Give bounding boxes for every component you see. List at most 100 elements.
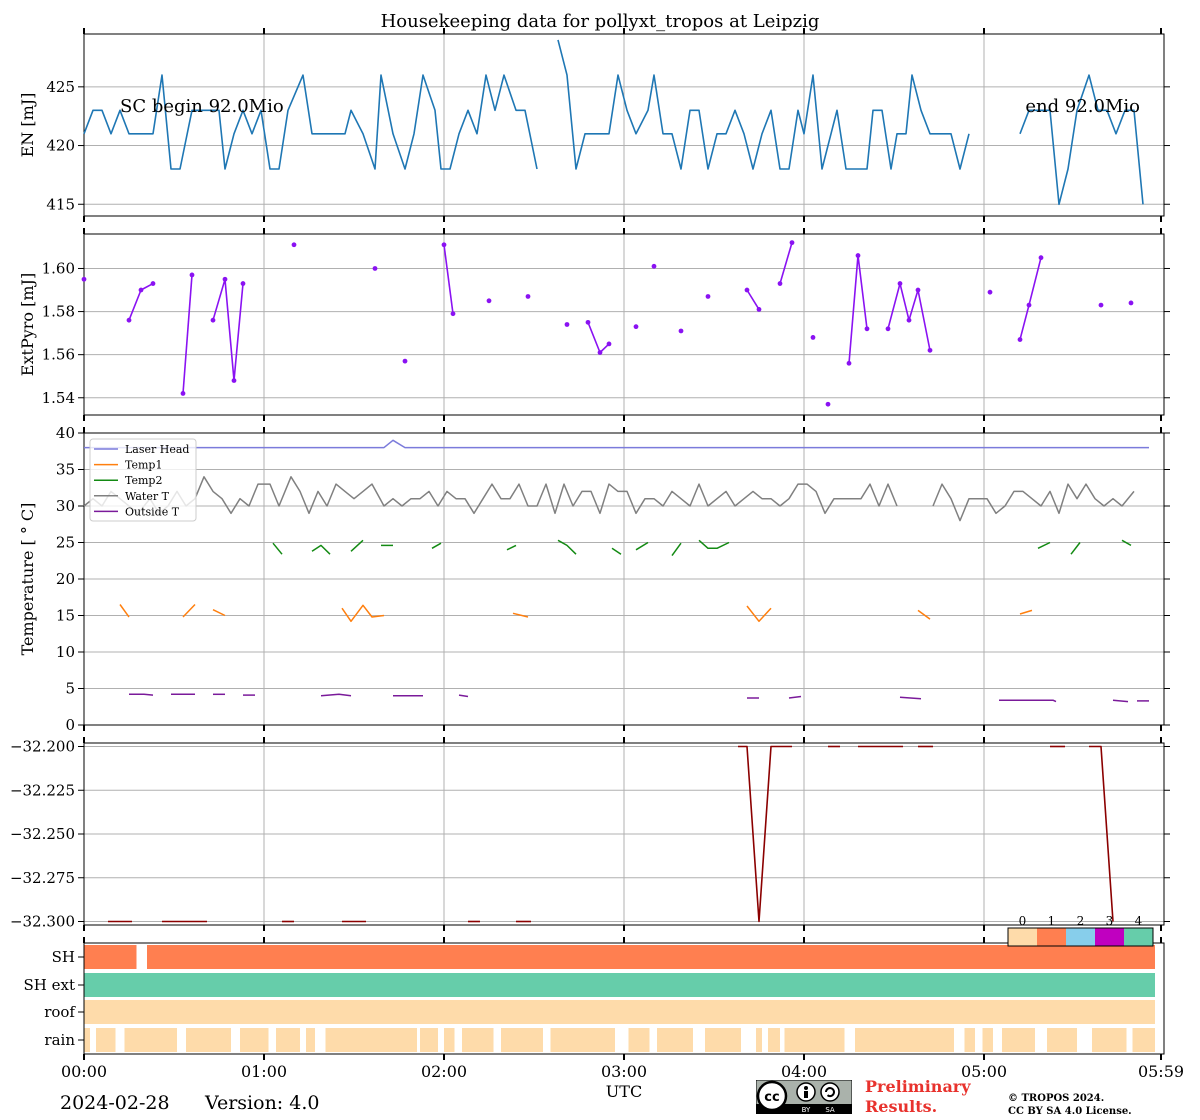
copyright-label: © TROPOS 2024. CC BY SA 4.0 License. — [1008, 1092, 1132, 1118]
colorbar-label: 0 — [1019, 914, 1027, 928]
extpyro-point — [450, 311, 456, 317]
flag-bar-sh-ext — [84, 973, 1155, 997]
extpyro-series-line — [212, 278, 244, 382]
svg-text:SA: SA — [825, 1106, 835, 1114]
y-tick-label: 5 — [65, 680, 75, 698]
extpyro-point — [915, 287, 921, 293]
version-label: Version: 4.0 — [205, 1092, 320, 1114]
extpyro-point — [897, 281, 903, 286]
extpyro-point — [150, 281, 156, 286]
temp-series-temp1 — [212, 609, 226, 617]
temp-series-temp2 — [1037, 541, 1051, 549]
colorbar-label: 2 — [1077, 914, 1085, 928]
y-tick-label: 25 — [56, 534, 75, 552]
flag-bar-rain — [1132, 1028, 1155, 1052]
extpyro-point — [744, 287, 750, 293]
extpyro-point — [1128, 300, 1134, 306]
temp-series-outside — [788, 695, 802, 699]
colorbar-label: 4 — [1135, 914, 1143, 928]
extpyro-point — [846, 360, 852, 366]
colorbar-swatch — [1066, 928, 1095, 946]
extpyro-point — [564, 322, 570, 327]
extpyro-point — [1098, 302, 1104, 308]
extpyro-point — [525, 294, 531, 299]
copyright-line-1: © TROPOS 2024. — [1008, 1093, 1105, 1104]
temp-series-outside — [1112, 699, 1129, 703]
svg-text:BY: BY — [802, 1106, 811, 1114]
y-tick-label: 15 — [56, 607, 75, 625]
flag-bar-rain — [96, 1028, 116, 1052]
x-tick-label: 03:00 — [601, 1062, 647, 1081]
y-tick-label: −32.200 — [10, 738, 75, 756]
temp-series-temp2 — [611, 547, 622, 555]
extpyro-point — [1017, 337, 1023, 342]
flag-bar-rain — [550, 1028, 615, 1052]
en-series-line — [557, 39, 970, 170]
sc-end-annotation: end 92.0Mio — [1025, 96, 1140, 117]
flag-bar-rain — [420, 1028, 438, 1052]
cc-by-sa-badge: cc BY SA — [756, 1080, 852, 1114]
legend-label: Temp1 — [125, 459, 162, 472]
y-axis-label: ExtPyro [mJ] — [18, 273, 37, 376]
extpyro-point — [885, 326, 891, 332]
extpyro-series-line — [887, 282, 931, 351]
svg-text:cc: cc — [764, 1090, 779, 1105]
extpyro-point — [606, 341, 612, 347]
y-axis-label: Temperature [ ° C] — [18, 503, 37, 656]
flag-bar-rain — [964, 1028, 975, 1052]
flag-bar-roof — [84, 1000, 1155, 1024]
legend-label: Water T — [125, 490, 170, 503]
y-tick-label: −32.300 — [10, 913, 75, 931]
extpyro-point — [810, 335, 816, 340]
flag-row-label: SH ext — [24, 976, 76, 994]
colorbar-swatch — [1124, 928, 1153, 946]
flag-bar-rain — [1092, 1028, 1127, 1052]
y-tick-label: −32.250 — [10, 825, 75, 843]
flag-bar-sh — [84, 945, 137, 969]
y-tick-label: −32.275 — [10, 869, 75, 887]
y-tick-label: 1.56 — [42, 346, 75, 364]
extpyro-point — [81, 276, 87, 282]
extpyro-point — [1038, 255, 1044, 261]
preliminary-line-1: Preliminary — [865, 1077, 971, 1096]
preliminary-line-2: Results. — [865, 1097, 938, 1116]
legend-label: Temp2 — [125, 474, 162, 487]
colorbar-label: 3 — [1106, 914, 1114, 928]
y-tick-label: 40 — [56, 424, 75, 442]
figure-title: Housekeeping data for pollyxt_tropos at … — [381, 11, 820, 32]
x-axis-label: UTC — [606, 1082, 642, 1101]
colorbar-swatch — [1037, 928, 1066, 946]
flag-bar-rain — [240, 1028, 269, 1052]
extpyro-point — [855, 253, 861, 258]
y-axis-label: EN [mJ] — [18, 93, 37, 158]
extpyro-point — [291, 242, 297, 248]
x-tick-label: 00:00 — [61, 1062, 107, 1081]
x-tick-label: 01:00 — [241, 1062, 287, 1081]
flag-row-label: SH — [52, 948, 75, 966]
y-tick-label: 20 — [56, 570, 75, 588]
flag-bar-rain — [186, 1028, 231, 1052]
y-tick-label: 1.54 — [42, 389, 75, 407]
flag-bar-rain — [306, 1028, 315, 1052]
extpyro-point — [633, 324, 639, 330]
temp-series-laser — [84, 439, 1149, 449]
colorbar-swatch — [1095, 928, 1124, 946]
flag-bar-sh — [147, 945, 1155, 969]
extpyro-series-line — [1019, 257, 1042, 340]
flag-bar-rain — [1002, 1028, 1035, 1052]
flag-row-label: roof — [44, 1003, 76, 1021]
extpyro-point — [189, 272, 195, 278]
legend-label: Laser Head — [125, 443, 189, 456]
extpyro-point — [906, 317, 912, 323]
temp-series-water — [83, 476, 898, 515]
en-series-line — [83, 74, 538, 170]
extpyro-series-line — [779, 242, 793, 284]
extpyro-point — [864, 326, 870, 332]
flag-bar-rain — [628, 1028, 650, 1052]
temp-series-outside — [320, 693, 352, 697]
temp-series-outside — [899, 696, 922, 700]
flag-bar-rain — [501, 1028, 543, 1052]
extpyro-point — [597, 350, 603, 355]
extpyro-point — [372, 266, 378, 271]
extpyro-point — [1026, 302, 1032, 308]
